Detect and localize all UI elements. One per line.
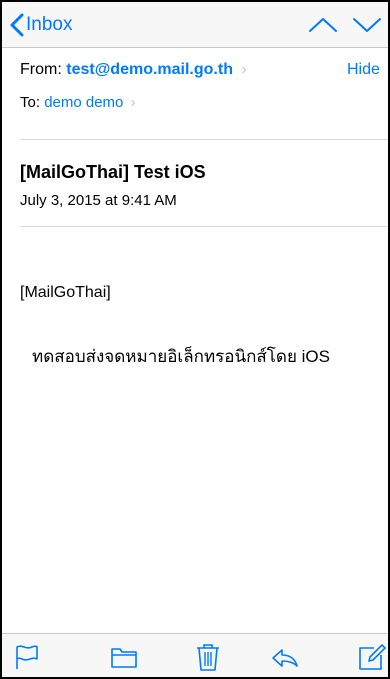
bottom-toolbar [2, 633, 388, 677]
delete-button[interactable] [193, 642, 223, 672]
divider [20, 226, 388, 227]
flag-icon [12, 642, 42, 672]
chevron-left-icon [10, 13, 24, 37]
message-body-text: ทดสอบส่งจดหมายอิเล็กทรอนิกส์โดย iOS [32, 347, 330, 366]
sender-address[interactable]: test@demo.mail.go.th [66, 61, 233, 78]
from-label: From: [20, 61, 62, 78]
compose-button[interactable] [357, 642, 387, 672]
next-message-button[interactable] [350, 11, 384, 39]
chevron-right-icon: › [130, 94, 136, 111]
reply-icon [270, 642, 300, 672]
back-to-inbox-button[interactable]: Inbox [10, 10, 72, 40]
navigation-bar: Inbox [2, 2, 388, 48]
to-row: To: demo demo › [20, 94, 136, 111]
from-row: From: test@demo.mail.go.th › [20, 61, 247, 79]
previous-message-button[interactable] [306, 11, 340, 39]
back-button-label: Inbox [26, 14, 73, 35]
divider [20, 139, 388, 140]
folder-icon [109, 642, 139, 672]
to-label: To: [20, 94, 41, 111]
recipient-name[interactable]: demo demo [44, 94, 123, 111]
chevron-right-icon: › [241, 61, 247, 78]
trash-icon [193, 642, 223, 672]
reply-button[interactable] [270, 642, 300, 672]
move-to-folder-button[interactable] [109, 642, 139, 672]
mail-message-screen: Inbox From: test@demo.mail.go.th › Hide [0, 0, 390, 679]
chevron-up-icon [306, 11, 340, 39]
message-date: July 3, 2015 at 9:41 AM [20, 192, 177, 209]
hide-details-button[interactable]: Hide [347, 61, 380, 79]
compose-icon [357, 642, 387, 672]
flag-button[interactable] [12, 642, 42, 672]
chevron-down-icon [350, 11, 384, 39]
message-body-tag: [MailGoThai] [20, 284, 111, 301]
message-subject: [MailGoThai] Test iOS [20, 162, 206, 182]
